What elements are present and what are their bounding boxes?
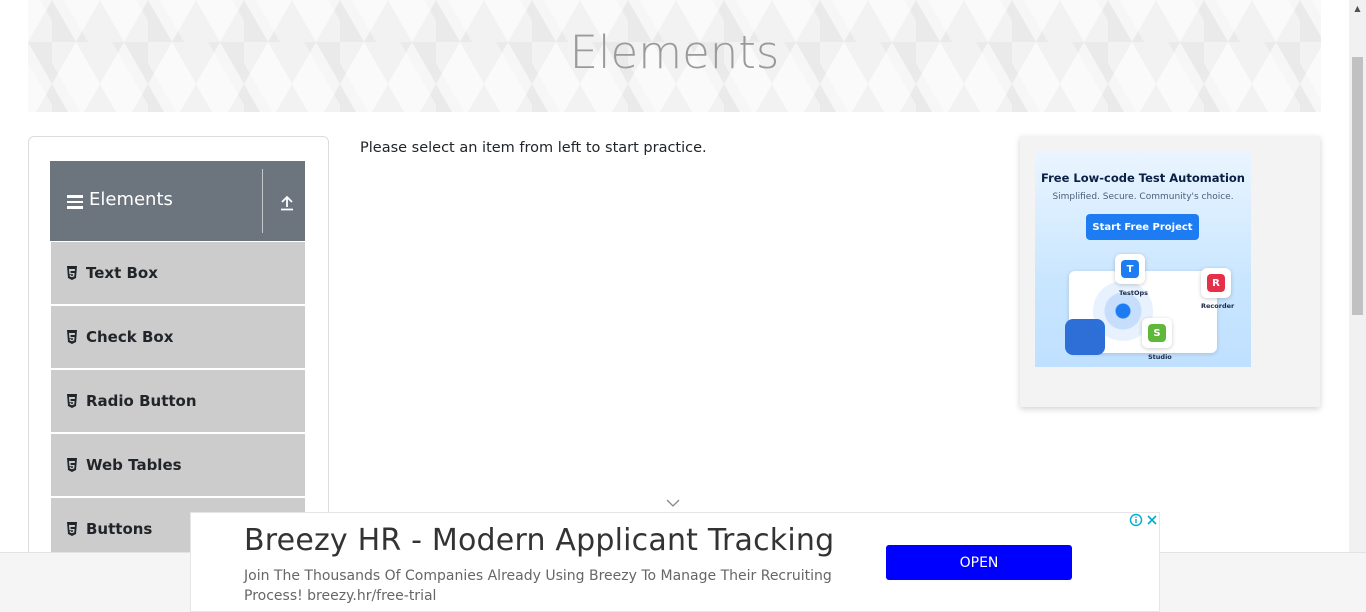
header-divider <box>262 169 263 233</box>
sidebar-item-web-tables[interactable]: Web Tables <box>51 434 305 496</box>
page-title: Elements <box>569 26 780 79</box>
chevron-down-icon[interactable] <box>666 498 680 508</box>
sidebar-item-label: Check Box <box>86 328 174 346</box>
hamburger-icon <box>67 195 83 209</box>
html5-icon <box>67 394 77 408</box>
html5-icon <box>67 522 77 536</box>
recorder-label: Recorder <box>1201 302 1235 310</box>
start-free-project-button[interactable]: Start Free Project <box>1086 214 1199 240</box>
ad-info-icon[interactable] <box>1129 513 1143 527</box>
scroll-up-arrow-icon[interactable]: ▲ <box>1349 0 1366 17</box>
html5-icon <box>67 266 77 280</box>
side-ad-creative[interactable]: Free Low-code Test Automation Simplified… <box>1035 151 1251 367</box>
left-menu-panel: Elements Text Box Check Box Radio Button <box>28 136 329 566</box>
side-ad-title: Free Low-code Test Automation <box>1041 171 1245 185</box>
bottom-ad-description: Join The Thousands Of Companies Already … <box>244 568 832 604</box>
testops-label: TestOps <box>1119 289 1149 297</box>
scrollbar-thumb[interactable] <box>1352 57 1363 315</box>
sidebar-item-radio-button[interactable]: Radio Button <box>51 370 305 432</box>
open-button[interactable]: OPEN <box>886 545 1072 580</box>
sidebar-item-label: Buttons <box>86 520 153 538</box>
sidebar-item-label: Radio Button <box>86 392 197 410</box>
sidebar-item-label: Web Tables <box>86 456 182 474</box>
sidebar-item-text-box[interactable]: Text Box <box>51 242 305 304</box>
group-header-label: Elements <box>89 189 173 210</box>
ad-close-icon[interactable] <box>1145 513 1159 527</box>
page-header-banner: Elements <box>28 0 1321 112</box>
studio-label: Studio <box>1148 353 1172 361</box>
studio-tile: S <box>1142 318 1172 348</box>
bottom-ad-headline[interactable]: Breezy HR - Modern Applicant Tracking <box>244 523 834 558</box>
ad-controls <box>1129 513 1159 527</box>
bottom-advertisement[interactable]: Breezy HR - Modern Applicant Tracking Jo… <box>190 512 1160 612</box>
side-advertisement[interactable]: Free Low-code Test Automation Simplified… <box>1020 136 1320 407</box>
side-ad-subtitle: Simplified. Secure. Community's choice. <box>1052 192 1234 202</box>
vertical-scrollbar[interactable]: ▲ <box>1349 0 1366 552</box>
practice-instruction: Please select an item from left to start… <box>360 140 707 156</box>
sidebar-item-check-box[interactable]: Check Box <box>51 306 305 368</box>
collapse-up-icon[interactable] <box>278 194 296 212</box>
testops-tile: T <box>1115 254 1145 284</box>
html5-icon <box>67 330 77 344</box>
sidebar-item-label: Text Box <box>86 264 158 282</box>
page: Elements Elements Text Box Check Box Rad… <box>0 0 1366 612</box>
group-header-elements[interactable]: Elements <box>50 161 305 241</box>
recorder-tile: R <box>1201 268 1231 298</box>
html5-icon <box>67 458 77 472</box>
